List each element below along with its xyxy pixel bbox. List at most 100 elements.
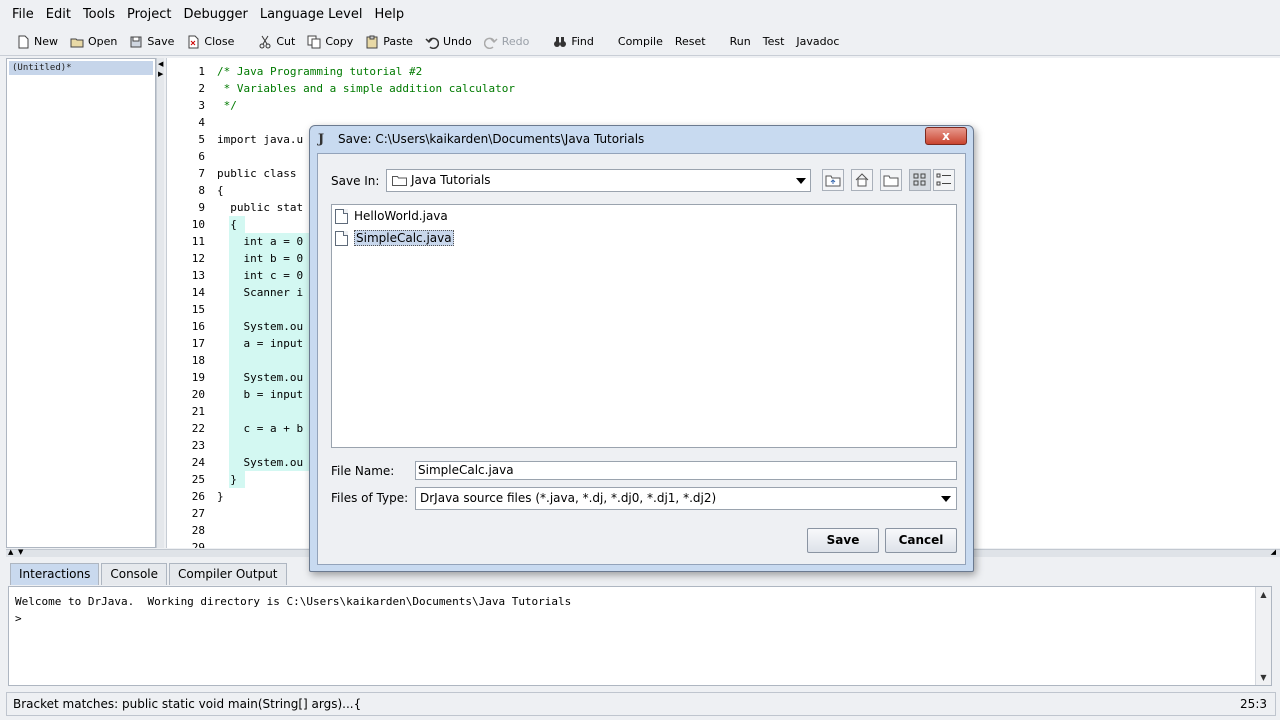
line-number: 3 bbox=[198, 99, 205, 112]
menu-language-level[interactable]: Language Level bbox=[254, 7, 369, 22]
line-number: 28 bbox=[191, 524, 205, 537]
scroll-up-icon[interactable]: ▲ bbox=[1256, 587, 1271, 602]
code-text: public class bbox=[217, 167, 297, 180]
file-name: HelloWorld.java bbox=[354, 209, 448, 223]
interactions-scrollbar[interactable]: ▲ ▼ bbox=[1255, 587, 1271, 685]
files-of-type-dropdown[interactable]: DrJava source files (*.java, *.dj, *.dj0… bbox=[415, 487, 957, 510]
compile-button[interactable]: Compile bbox=[612, 31, 669, 53]
code-text: int b = 0 bbox=[217, 252, 304, 265]
code-text: Scanner i bbox=[217, 286, 304, 299]
code-text: * Variables and a simple addition calcul… bbox=[217, 82, 516, 95]
open-button[interactable]: Open bbox=[64, 31, 123, 53]
home-icon bbox=[855, 173, 869, 187]
home-button[interactable] bbox=[851, 169, 873, 191]
cut-label: Cut bbox=[276, 35, 296, 48]
file-name-input[interactable]: SimpleCalc.java bbox=[415, 461, 957, 480]
save-dialog: J Save: C:\Users\kaikarden\Documents\Jav… bbox=[309, 125, 974, 572]
code-line: 3 */ bbox=[167, 97, 1280, 114]
code-text: System.ou bbox=[217, 320, 304, 333]
save-in-dropdown[interactable]: Java Tutorials bbox=[386, 169, 811, 192]
dialog-titlebar[interactable]: J Save: C:\Users\kaikarden\Documents\Jav… bbox=[310, 126, 973, 153]
expand-right-icon[interactable]: ▶ bbox=[158, 70, 163, 78]
save-button[interactable]: Save bbox=[123, 31, 180, 53]
dropdown-arrow-icon[interactable] bbox=[796, 178, 806, 184]
tab-compiler-output[interactable]: Compiler Output bbox=[169, 563, 287, 585]
file-item-helloworld[interactable]: HelloWorld.java bbox=[335, 206, 450, 226]
up-one-level-button[interactable] bbox=[822, 169, 844, 191]
file-name-label: File Name: bbox=[331, 464, 395, 478]
details-view-button[interactable] bbox=[933, 169, 955, 191]
cut-button[interactable]: Cut bbox=[252, 31, 301, 53]
code-line: 1 /* Java Programming tutorial #2 bbox=[167, 63, 1280, 80]
code-text: public stat bbox=[217, 201, 304, 214]
line-number: 24 bbox=[191, 456, 205, 469]
expand-down-icon[interactable]: ▼ bbox=[18, 548, 23, 556]
javadoc-button[interactable]: Javadoc bbox=[790, 31, 845, 53]
code-line: 2 * Variables and a simple addition calc… bbox=[167, 80, 1280, 97]
clipboard-icon bbox=[366, 35, 378, 48]
copy-icon bbox=[307, 35, 321, 48]
menu-edit[interactable]: Edit bbox=[40, 7, 77, 22]
dialog-save-button[interactable]: Save bbox=[807, 528, 879, 553]
dropdown-arrow-icon[interactable] bbox=[941, 496, 951, 502]
line-number: 5 bbox=[198, 133, 205, 146]
line-number: 20 bbox=[191, 388, 205, 401]
collapse-up-icon[interactable]: ▲ bbox=[8, 548, 13, 556]
tab-interactions[interactable]: Interactions bbox=[10, 563, 100, 585]
find-label: Find bbox=[571, 35, 594, 48]
dialog-cancel-button[interactable]: Cancel bbox=[885, 528, 957, 553]
dialog-close-button[interactable]: x bbox=[925, 127, 967, 145]
find-button[interactable]: Find bbox=[547, 31, 600, 53]
run-button[interactable]: Run bbox=[724, 31, 757, 53]
redo-button[interactable]: Redo bbox=[478, 31, 536, 53]
close-icon: x bbox=[942, 129, 950, 143]
vertical-splitter[interactable]: ◀ ▶ bbox=[156, 58, 164, 548]
paste-button[interactable]: Paste bbox=[359, 31, 419, 53]
test-button[interactable]: Test bbox=[757, 31, 791, 53]
line-number: 1 bbox=[198, 65, 205, 78]
code-text: { bbox=[217, 218, 237, 231]
copy-button[interactable]: Copy bbox=[301, 31, 359, 53]
document-item-untitled[interactable]: (Untitled)* bbox=[9, 61, 153, 75]
menu-help[interactable]: Help bbox=[368, 7, 410, 22]
java-file-icon bbox=[335, 230, 348, 246]
line-number: 9 bbox=[198, 201, 205, 214]
undo-button[interactable]: Undo bbox=[419, 31, 478, 53]
scroll-down-icon[interactable]: ▼ bbox=[1256, 670, 1271, 685]
line-number: 29 bbox=[191, 541, 205, 548]
code-text: int a = 0 bbox=[217, 235, 304, 248]
undo-label: Undo bbox=[442, 35, 472, 48]
line-number: 7 bbox=[198, 167, 205, 180]
folder-up-icon bbox=[825, 175, 841, 187]
new-button[interactable]: New bbox=[10, 31, 64, 53]
menu-debugger[interactable]: Debugger bbox=[177, 7, 253, 22]
close-file-icon bbox=[188, 35, 199, 48]
menu-tools[interactable]: Tools bbox=[77, 7, 121, 22]
redo-icon bbox=[483, 37, 498, 49]
list-view-button[interactable] bbox=[909, 169, 931, 191]
menu-project[interactable]: Project bbox=[121, 7, 177, 22]
welcome-message: Welcome to DrJava. Working directory is … bbox=[15, 595, 572, 608]
file-item-simplecalc[interactable]: SimpleCalc.java bbox=[335, 228, 456, 248]
redo-label: Redo bbox=[501, 35, 530, 48]
line-number: 2 bbox=[198, 82, 205, 95]
line-number: 8 bbox=[198, 184, 205, 197]
collapse-left-icon[interactable]: ◀ bbox=[158, 60, 163, 68]
menu-file[interactable]: File bbox=[6, 7, 40, 22]
bottom-tabs: Interactions Console Compiler Output bbox=[10, 563, 289, 585]
dialog-body: Save In: Java Tutorials HelloWorld.java bbox=[317, 153, 966, 565]
close-button[interactable]: Close bbox=[180, 31, 240, 53]
tab-console[interactable]: Console bbox=[101, 563, 167, 585]
code-text: /* Java Programming tutorial #2 bbox=[217, 65, 423, 78]
reset-button[interactable]: Reset bbox=[669, 31, 712, 53]
line-number: 4 bbox=[198, 116, 205, 129]
splitter-handle-icon[interactable]: ◢ bbox=[1271, 548, 1276, 556]
new-folder-button[interactable] bbox=[880, 169, 902, 191]
java-app-icon: J bbox=[318, 132, 325, 147]
interactions-pane[interactable]: Welcome to DrJava. Working directory is … bbox=[8, 586, 1272, 686]
line-number: 19 bbox=[191, 371, 205, 384]
copy-label: Copy bbox=[325, 35, 354, 48]
file-list[interactable]: HelloWorld.java SimpleCalc.java bbox=[331, 204, 957, 448]
code-text: a = input bbox=[217, 337, 304, 350]
new-label: New bbox=[34, 35, 58, 48]
